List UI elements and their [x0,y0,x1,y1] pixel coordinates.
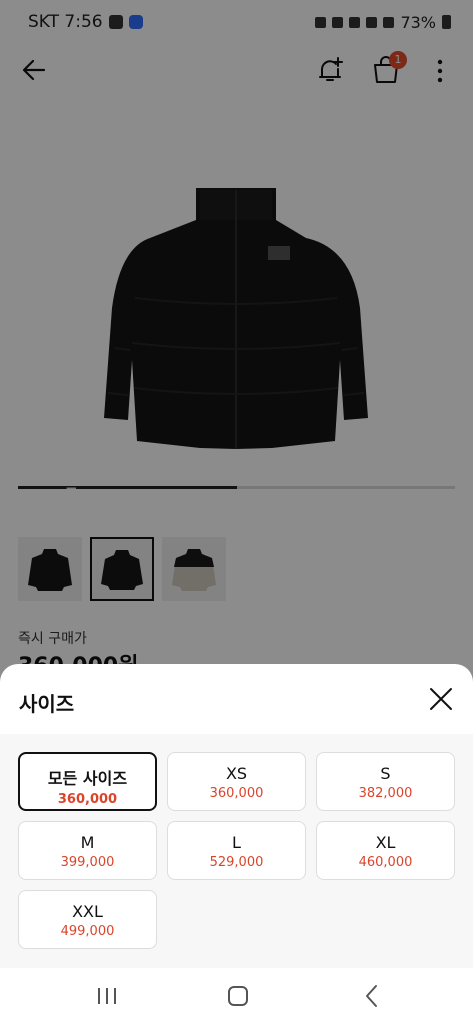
size-option-name: M [80,833,95,852]
size-option-name: S [380,764,391,783]
size-option-m[interactable]: M 399,000 [18,821,157,880]
size-option-price: 460,000 [358,855,413,870]
size-option-price: 382,000 [358,786,413,801]
recent-apps-icon[interactable] [93,982,121,1010]
system-navigation-bar [0,968,473,1024]
size-option-xs[interactable]: XS 360,000 [167,752,306,811]
close-icon[interactable] [428,686,454,712]
size-option-name: L [232,833,241,852]
home-icon[interactable] [224,982,252,1010]
size-option-price: 399,000 [60,855,115,870]
size-option-xxl[interactable]: XXL 499,000 [18,890,157,949]
size-option-price: 529,000 [209,855,264,870]
size-option-name: XS [225,764,248,783]
size-option-s[interactable]: S 382,000 [316,752,455,811]
sheet-title: 사이즈 [19,692,75,716]
size-option-l[interactable]: L 529,000 [167,821,306,880]
size-option-name: XL [375,833,396,852]
back-nav-icon[interactable] [358,982,386,1010]
size-option-price: 360,000 [209,786,264,801]
size-options-grid: 모든 사이즈 360,000 XS 360,000 S 382,000 M 39… [0,734,473,968]
size-option-price: 499,000 [60,924,115,939]
size-option-price: 360,000 [57,792,118,807]
size-option-all[interactable]: 모든 사이즈 360,000 [18,752,157,811]
size-option-name: XXL [72,902,103,921]
size-option-xl[interactable]: XL 460,000 [316,821,455,880]
size-option-name: 모든 사이즈 [47,769,128,788]
size-bottom-sheet: 사이즈 모든 사이즈 360,000 XS 360,000 S 382,000 … [0,664,473,1024]
